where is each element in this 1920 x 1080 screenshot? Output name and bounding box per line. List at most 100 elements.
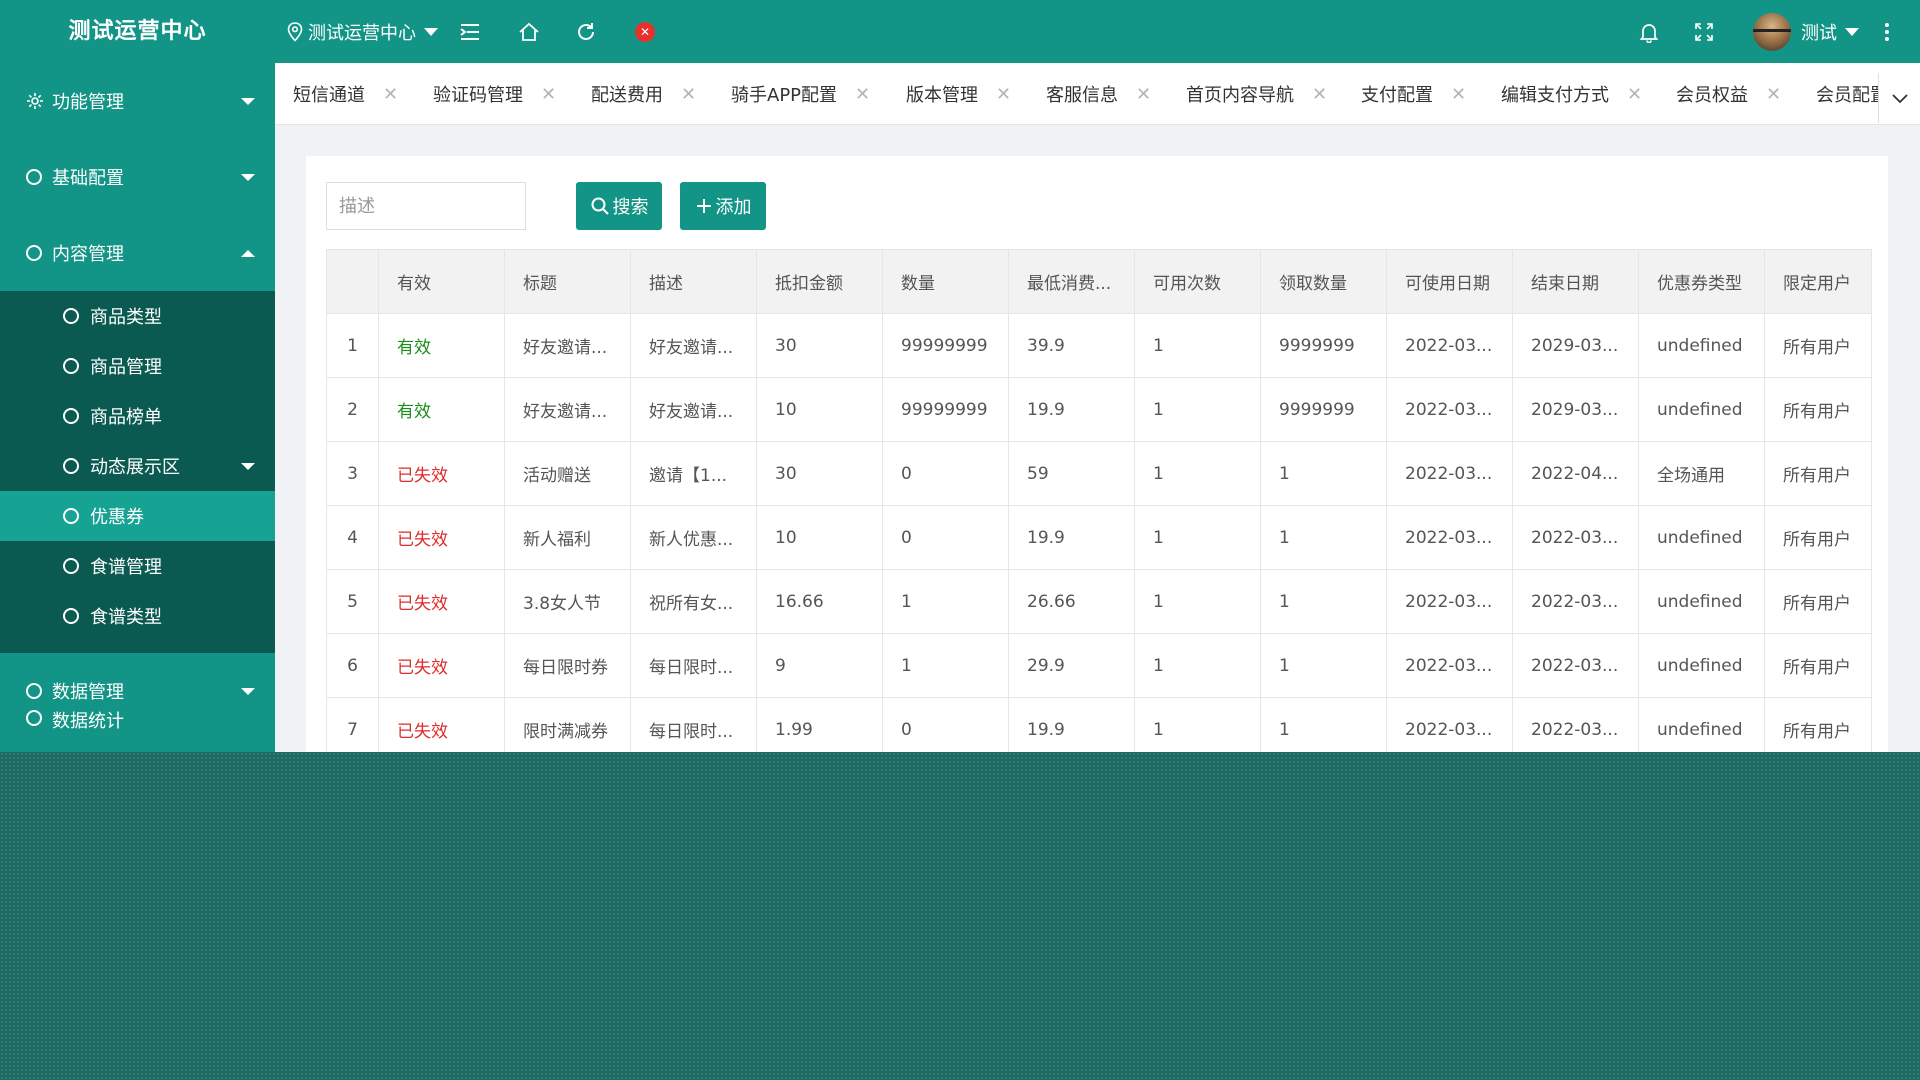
table-row[interactable]: 4 已失效 新人福利 新人优惠... 10 0 19.9 1 1 2022-03... 2022-0… <box>326 505 1872 570</box>
close-icon[interactable]: ✕ <box>1451 84 1466 105</box>
close-icon[interactable]: ✕ <box>383 84 398 105</box>
table-cell: 30 <box>756 441 883 506</box>
table-cell: 0 <box>882 697 1009 752</box>
sidebar-item-recipe-management[interactable]: 食谱管理 <box>0 541 275 591</box>
tab-version-management[interactable]: 版本管理 ✕ <box>906 63 1011 124</box>
close-icon[interactable]: ✕ <box>1136 84 1151 105</box>
col-header-index <box>326 249 379 314</box>
tab-rider-app-config[interactable]: 骑手APP配置 ✕ <box>731 63 870 124</box>
tabs-more-button[interactable] <box>1878 73 1920 123</box>
tab-member-rights[interactable]: 会员权益 ✕ <box>1676 63 1781 124</box>
user-menu[interactable]: 测试 <box>1753 0 1859 63</box>
sidebar-item-product-type[interactable]: 商品类型 <box>0 291 275 341</box>
chevron-down-icon <box>1891 94 1908 104</box>
status-cell: 有效 <box>378 377 505 442</box>
close-icon[interactable]: ✕ <box>1627 84 1642 105</box>
search-input[interactable] <box>326 182 526 230</box>
location-selector[interactable]: 测试运营中心 <box>286 0 438 63</box>
table-cell: 1 <box>1260 441 1387 506</box>
menu-fold-icon <box>460 23 479 40</box>
tab-home-nav[interactable]: 首页内容导航 ✕ <box>1186 63 1327 124</box>
circle-icon <box>63 458 79 474</box>
close-icon[interactable]: ✕ <box>681 84 696 105</box>
table-cell: 1 <box>1134 377 1261 442</box>
table-cell: undefined <box>1638 505 1765 570</box>
refresh-button[interactable] <box>575 0 597 63</box>
tab-customer-service[interactable]: 客服信息 ✕ <box>1046 63 1151 124</box>
sidebar-item-label: 商品类型 <box>90 307 162 328</box>
table-row[interactable]: 5 已失效 3.8女人节 祝所有女... 16.66 1 26.66 1 1 2022-03...… <box>326 569 1872 634</box>
search-icon <box>591 197 609 215</box>
table-cell: 2022-03... <box>1386 505 1513 570</box>
home-icon <box>519 22 539 41</box>
tab-edit-payment-method[interactable]: 编辑支付方式 ✕ <box>1501 63 1642 124</box>
search-button[interactable]: 搜索 <box>576 182 662 230</box>
table-cell: 2029-03... <box>1512 313 1639 378</box>
table-cell: undefined <box>1638 569 1765 634</box>
table-cell: 1 <box>1260 569 1387 634</box>
table-cell: 5 <box>326 569 379 634</box>
table-cell: 活动赠送 <box>504 441 631 506</box>
tab-sms-channel[interactable]: 短信通道 ✕ <box>293 63 398 124</box>
table-cell: 好友邀请... <box>630 313 757 378</box>
close-icon[interactable]: ✕ <box>541 84 556 105</box>
status-cell: 已失效 <box>378 505 505 570</box>
sidebar-item-content-management[interactable]: 内容管理 <box>0 215 275 291</box>
gear-icon <box>27 93 43 109</box>
table-row[interactable]: 1 有效 好友邀请... 好友邀请... 30 99999999 39.9 1 9999999 2… <box>326 313 1872 378</box>
add-button-label: 添加 <box>715 197 752 218</box>
table-header-row: 有效 标题 描述 抵扣金额 数量 最低消费... 可用次数 领取数量 可使用日期… <box>326 249 1872 314</box>
table-cell: 4 <box>326 505 379 570</box>
close-icon[interactable]: ✕ <box>1312 84 1327 105</box>
location-pin-icon <box>287 21 303 42</box>
fullscreen-button[interactable] <box>1694 0 1714 63</box>
close-icon[interactable]: ✕ <box>996 84 1011 105</box>
table-cell: 2022-04... <box>1512 441 1639 506</box>
table-cell: 每日限时券 <box>504 633 631 698</box>
table-row[interactable]: 2 有效 好友邀请... 好友邀请... 10 99999999 19.9 1 9999999 2… <box>326 377 1872 442</box>
table-row[interactable]: 6 已失效 每日限时券 每日限时... 9 1 29.9 1 1 2022-03... 2022-0… <box>326 633 1872 698</box>
table-cell: 59 <box>1008 441 1135 506</box>
sidebar-item-dynamic-display[interactable]: 动态展示区 <box>0 441 275 491</box>
close-icon[interactable]: ✕ <box>855 84 870 105</box>
notification-button[interactable] <box>1638 0 1660 63</box>
sidebar-item-data-statistics[interactable]: 数据统计 <box>0 690 275 750</box>
table-cell: 30 <box>756 313 883 378</box>
sidebar-item-product-ranking[interactable]: 商品榜单 <box>0 391 275 441</box>
table-cell: 所有用户 <box>1764 505 1872 570</box>
add-button[interactable]: 添加 <box>680 182 766 230</box>
circle-icon <box>63 508 79 524</box>
sidebar-item-label: 食谱类型 <box>90 607 162 628</box>
chevron-down-icon <box>1845 27 1859 36</box>
table-cell: 3 <box>326 441 379 506</box>
sidebar-item-recipe-type[interactable]: 食谱类型 <box>0 591 275 641</box>
table-cell: 1 <box>1134 569 1261 634</box>
table-cell: 2022-03... <box>1512 569 1639 634</box>
sidebar-item-function-management[interactable]: 功能管理 <box>0 63 275 139</box>
sidebar: 功能管理 基础配置 内容管理 商品类型 商品管理 商品榜单 动态展示区 优惠券 … <box>0 63 275 752</box>
tab-verification-code[interactable]: 验证码管理 ✕ <box>433 63 556 124</box>
table-cell: 10 <box>756 377 883 442</box>
sidebar-item-product-management[interactable]: 商品管理 <box>0 341 275 391</box>
table-row[interactable]: 7 已失效 限时满减券 每日限时... 1.99 0 19.9 1 1 2022-03... 202… <box>326 697 1872 752</box>
avatar <box>1753 12 1791 51</box>
plus-icon <box>696 199 711 213</box>
menu-toggle-button[interactable] <box>459 0 481 63</box>
more-options-button[interactable] <box>1884 0 1890 63</box>
tab-delivery-fee[interactable]: 配送费用 ✕ <box>591 63 696 124</box>
close-all-button[interactable]: ✕ <box>635 0 655 63</box>
table-row[interactable]: 3 已失效 活动赠送 邀请【1... 30 0 59 1 1 2022-03... 2022-04.… <box>326 441 1872 506</box>
sidebar-item-label: 数据统计 <box>52 711 124 732</box>
tab-payment-config[interactable]: 支付配置 ✕ <box>1361 63 1466 124</box>
table-cell: 1 <box>1260 697 1387 752</box>
app-title: 测试运营中心 <box>68 19 207 44</box>
table-cell: 9999999 <box>1260 377 1387 442</box>
sidebar-item-coupon[interactable]: 优惠券 <box>0 491 275 541</box>
table-cell: 9 <box>756 633 883 698</box>
table-cell: 所有用户 <box>1764 569 1872 634</box>
circle-icon <box>63 608 79 624</box>
sidebar-item-basic-config[interactable]: 基础配置 <box>0 139 275 215</box>
home-button[interactable] <box>518 0 540 63</box>
circle-icon <box>26 245 42 261</box>
close-icon[interactable]: ✕ <box>1766 84 1781 105</box>
